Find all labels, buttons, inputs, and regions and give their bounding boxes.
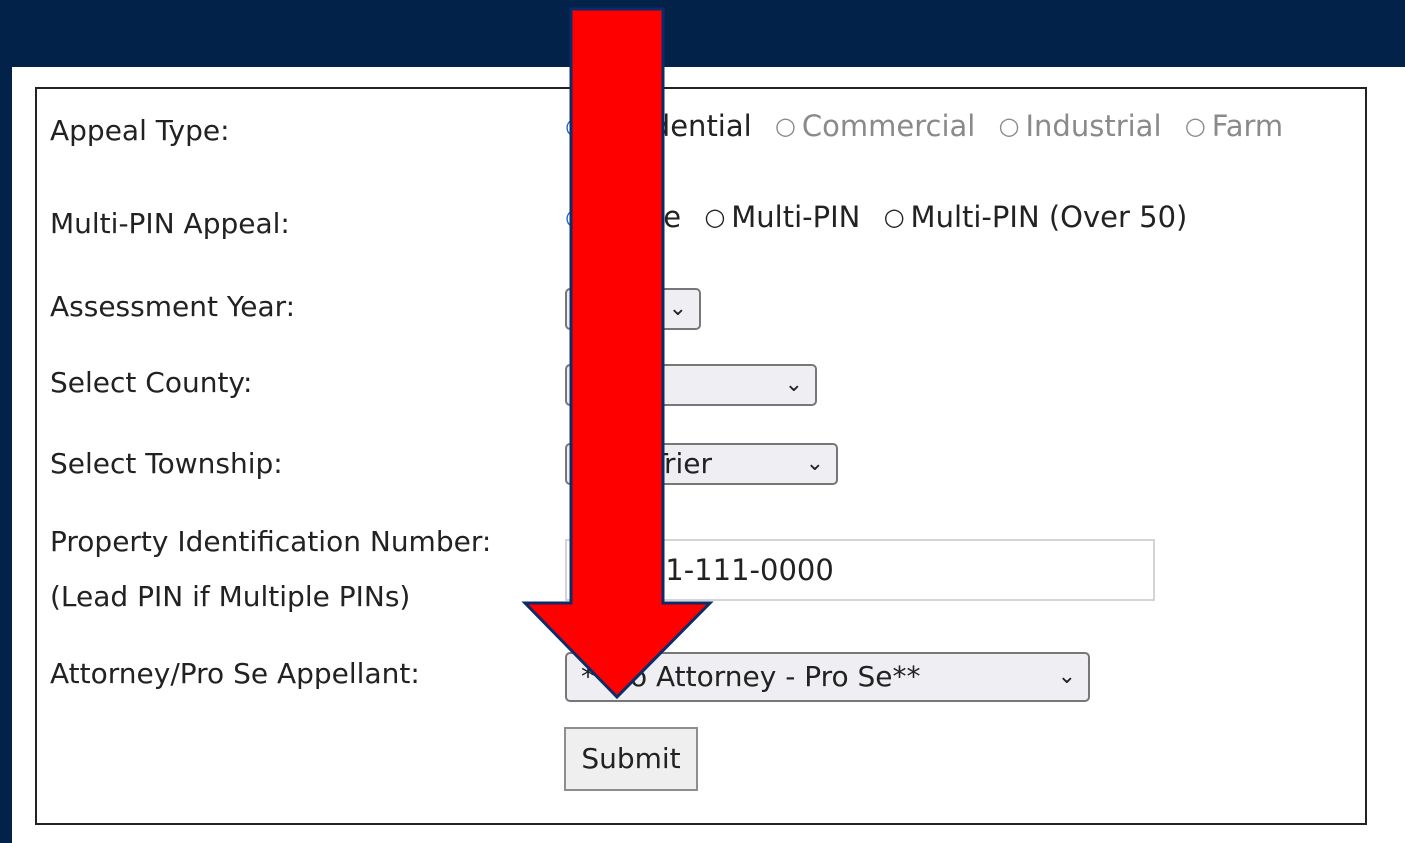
radio-multi-pin-label: Multi-PIN: [731, 200, 861, 234]
chevron-down-icon: ⌄: [784, 372, 803, 397]
submit-button[interactable]: Submit: [564, 727, 698, 791]
radio-multi-pin-over-50[interactable]: ○ Multi-PIN (Over 50): [884, 200, 1188, 235]
radio-multi-pin[interactable]: ○ Multi-PIN: [704, 200, 860, 235]
attorney-value: **No Attorney - Pro Se**: [581, 660, 921, 693]
radio-farm-label: Farm: [1211, 109, 1284, 143]
township-select[interactable]: New Trier ⌄: [565, 443, 838, 485]
radio-industrial-label: Industrial: [1025, 109, 1162, 143]
pin-sublabel: (Lead PIN if Multiple PINs): [50, 580, 411, 613]
appeal-type-label: Appeal Type:: [50, 114, 230, 147]
radio-residential-label: Residential: [591, 109, 752, 143]
radio-multi-pin-over-50-label: Multi-PIN (Over 50): [910, 200, 1188, 234]
header-bar: [0, 0, 1405, 67]
county-select[interactable]: ⌄: [565, 364, 817, 406]
radio-single-label: Single: [591, 200, 682, 234]
pin-input[interactable]: 11-111-111-0000: [565, 539, 1155, 601]
radio-farm: ○ Farm: [1185, 109, 1283, 144]
chevron-down-icon: ⌄: [805, 451, 824, 476]
radio-unselected-icon: ○: [704, 203, 726, 231]
chevron-down-icon: ⌄: [668, 296, 687, 321]
radio-industrial: ○ Industrial: [999, 109, 1162, 144]
attorney-label: Attorney/Pro Se Appellant:: [50, 657, 420, 690]
chevron-down-icon: ⌄: [1057, 664, 1076, 689]
pin-label: Property Identification Number:: [50, 525, 492, 558]
multi-pin-radio-group: ◉ Single ○ Multi-PIN ○ Multi-PIN (Over 50): [565, 200, 1201, 235]
attorney-select[interactable]: **No Attorney - Pro Se** ⌄: [565, 652, 1090, 702]
radio-unselected-icon: ○: [774, 112, 796, 140]
radio-commercial: ○ Commercial: [775, 109, 975, 144]
radio-unselected-icon: ○: [998, 112, 1020, 140]
appeal-type-radio-group: ◉ Residential ○ Commercial ○ Industrial ○ Fa…: [565, 109, 1297, 144]
pin-value: 11-111-111-0000: [581, 553, 834, 587]
select-county-label: Select County:: [50, 366, 253, 399]
township-value: New Trier: [581, 447, 712, 480]
radio-unselected-icon: ○: [1184, 112, 1206, 140]
radio-unselected-icon: ○: [883, 203, 905, 231]
multi-pin-label: Multi-PIN Appeal:: [50, 207, 290, 240]
radio-selected-icon: ◉: [565, 203, 586, 231]
radio-residential[interactable]: ◉ Residential: [565, 109, 752, 144]
assessment-year-select[interactable]: ⌄: [565, 288, 701, 330]
radio-selected-icon: ◉: [565, 112, 586, 140]
radio-single[interactable]: ◉ Single: [565, 200, 681, 235]
select-township-label: Select Township:: [50, 447, 283, 480]
assessment-year-label: Assessment Year:: [50, 290, 296, 323]
radio-commercial-label: Commercial: [801, 109, 976, 143]
